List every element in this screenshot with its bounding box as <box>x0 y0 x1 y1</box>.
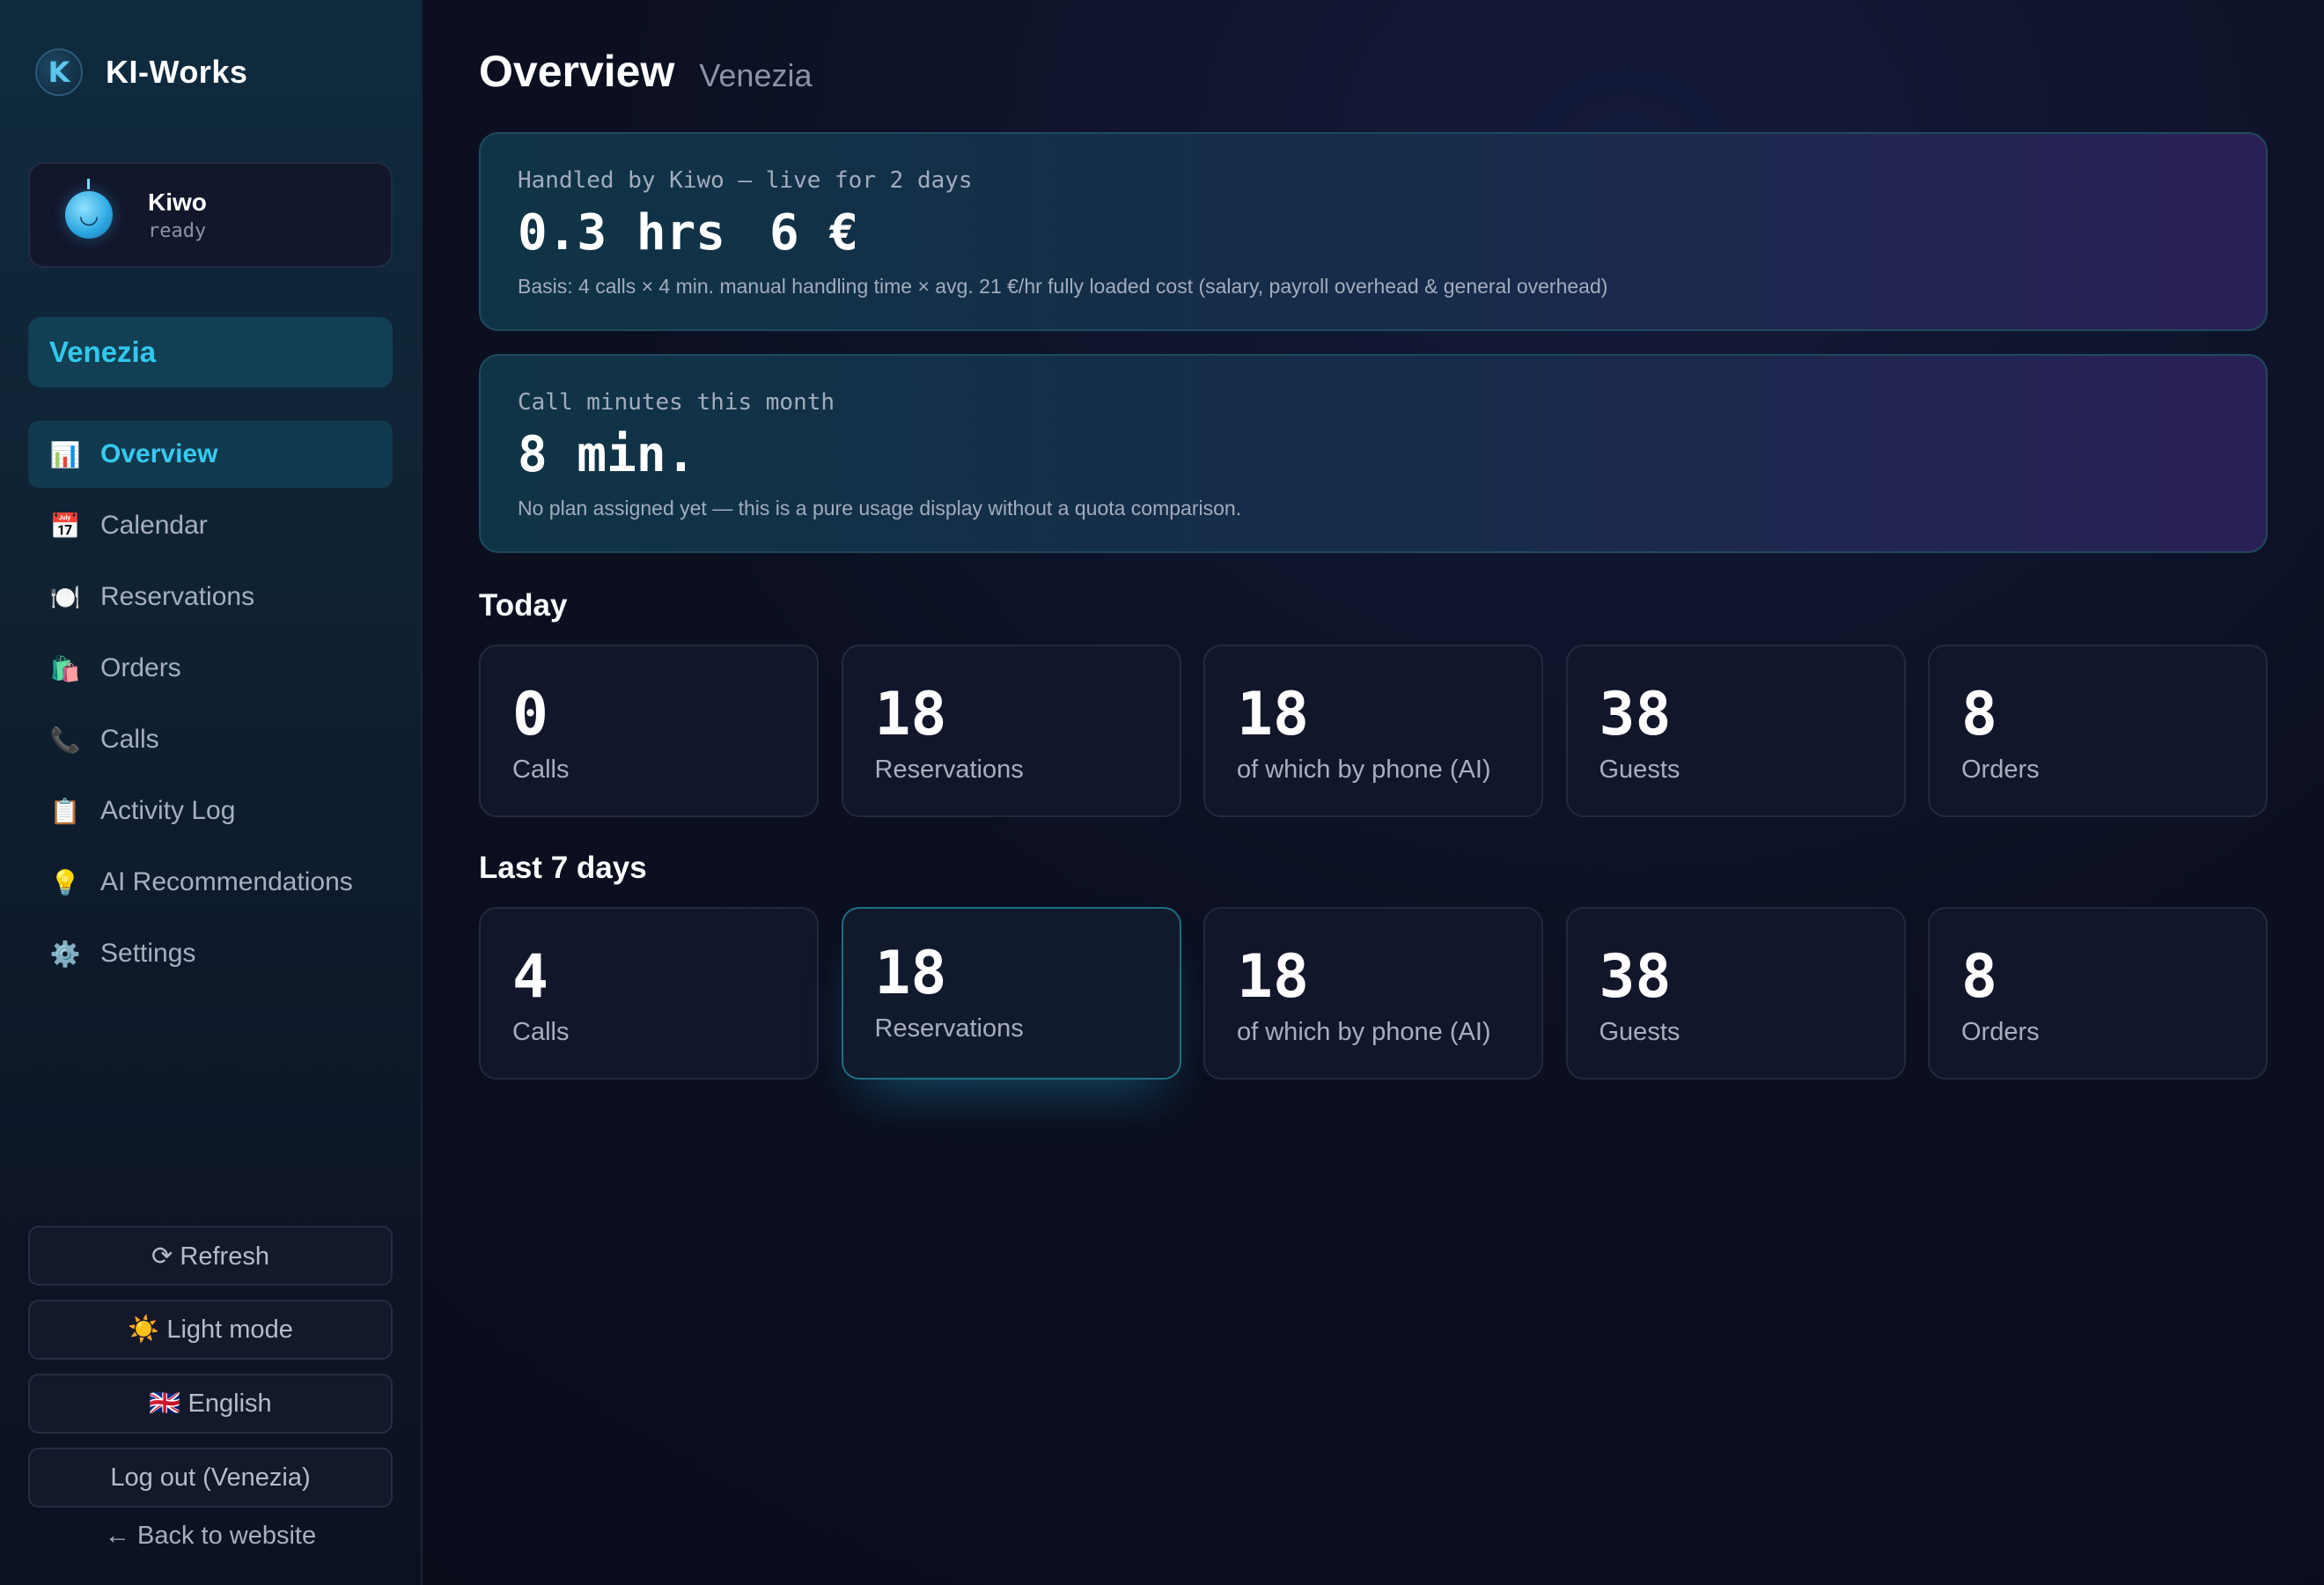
stat-card-phone-ai: 18 of which by phone (AI) <box>1203 645 1543 817</box>
sidebar-item-label: Overview <box>100 439 218 468</box>
sidebar-item-activity-log[interactable]: 📋 Activity Log <box>28 778 393 844</box>
page-title: Overview <box>479 47 675 96</box>
call-minutes-note: No plan assigned yet — this is a pure us… <box>518 497 1242 520</box>
clipboard-icon: 📋 <box>49 797 81 825</box>
call-minutes-card: Call minutes this month 8 min. No plan a… <box>479 354 2268 553</box>
stat-card-reservations[interactable]: 18 Reservations <box>841 907 1181 1080</box>
stat-value: 18 <box>1237 942 1309 1012</box>
call-minutes-value: 8 min. <box>518 426 696 483</box>
sidebar-item-reservations[interactable]: 🍽️ Reservations <box>28 564 393 630</box>
page-subtitle: Venezia <box>699 57 813 93</box>
stat-card-reservations: 18 Reservations <box>841 645 1181 817</box>
assistant-name: Kiwo <box>148 188 207 216</box>
phone-icon: 📞 <box>49 726 81 754</box>
sidebar-item-settings[interactable]: ⚙️ Settings <box>28 920 393 987</box>
stat-card-guests: 38 Guests <box>1565 645 1906 817</box>
bar-chart-icon: 📊 <box>49 440 81 468</box>
stat-value: 18 <box>874 939 947 1008</box>
stat-label: Orders <box>1961 1018 2040 1046</box>
lightbulb-icon: 💡 <box>49 868 81 896</box>
sidebar-item-label: Calls <box>100 725 159 754</box>
sidebar-item-ai-recommendations[interactable]: 💡 AI Recommendations <box>28 849 393 916</box>
call-minutes-label: Call minutes this month <box>518 389 835 416</box>
today-section-title: Today <box>479 588 568 623</box>
light-mode-button[interactable]: ☀️ Light mode <box>28 1300 393 1360</box>
stat-label: Calls <box>512 1018 570 1046</box>
stat-value: 4 <box>512 942 548 1012</box>
venue-selector[interactable]: Venezia <box>28 317 393 387</box>
stat-label: of which by phone (AI) <box>1237 1018 1491 1046</box>
sidebar-item-label: Settings <box>100 939 196 968</box>
savings-note: Basis: 4 calls × 4 min. manual handling … <box>518 275 1608 298</box>
plate-icon: 🍽️ <box>49 583 81 611</box>
stat-label: Reservations <box>874 756 1024 784</box>
language-button[interactable]: 🇬🇧 English <box>28 1374 393 1434</box>
sidebar-nav: 📊 Overview 📅 Calendar 🍽️ Reservations 🛍️… <box>28 421 393 992</box>
logout-button[interactable]: Log out (Venezia) <box>28 1448 393 1508</box>
sidebar-item-overview[interactable]: 📊 Overview <box>28 421 393 488</box>
assistant-status: ready <box>148 219 207 242</box>
stat-value: 38 <box>1599 942 1672 1012</box>
stat-value: 18 <box>1237 680 1309 749</box>
stat-label: Calls <box>512 756 570 784</box>
stat-value: 0 <box>512 680 548 749</box>
sidebar: K KI-Works ◡ Kiwo ready Venezia 📊 Overvi… <box>0 0 423 1585</box>
stat-value: 18 <box>874 680 947 749</box>
robot-avatar-icon: ◡ <box>65 179 113 239</box>
last-7-days-section-title: Last 7 days <box>479 851 647 885</box>
brand-logo-icon: K <box>35 48 83 96</box>
sidebar-item-label: Activity Log <box>100 796 236 825</box>
refresh-button[interactable]: ⟳ Refresh <box>28 1226 393 1286</box>
sidebar-item-orders[interactable]: 🛍️ Orders <box>28 635 393 702</box>
stat-card-phone-ai: 18 of which by phone (AI) <box>1203 907 1543 1080</box>
today-stats: 0 Calls 18 Reservations 18 of which by p… <box>479 645 2268 817</box>
assistant-status-card: ◡ Kiwo ready <box>28 162 393 268</box>
brand[interactable]: K KI-Works <box>35 48 247 97</box>
stat-card-guests: 38 Guests <box>1565 907 1906 1080</box>
sidebar-item-calls[interactable]: 📞 Calls <box>28 706 393 773</box>
gear-icon: ⚙️ <box>49 940 81 968</box>
stat-label: Guests <box>1599 1018 1680 1046</box>
savings-value: 0.3 hrs 6 € <box>518 204 902 262</box>
stat-card-orders: 8 Orders <box>1928 645 2268 817</box>
stat-label: of which by phone (AI) <box>1237 756 1491 784</box>
stat-value: 8 <box>1961 942 1997 1012</box>
stat-card-calls: 4 Calls <box>479 907 819 1080</box>
savings-euros: 6 € <box>769 204 859 262</box>
page-header: Overview Venezia <box>479 46 812 97</box>
last-7-days-stats: 4 Calls 18 Reservations 18 of which by p… <box>479 907 2268 1080</box>
main-content: Overview Venezia Handled by Kiwo — live … <box>479 0 2268 1585</box>
stat-card-orders: 8 Orders <box>1928 907 2268 1080</box>
sidebar-item-label: Orders <box>100 653 181 682</box>
shopping-bag-icon: 🛍️ <box>49 654 81 682</box>
savings-label: Handled by Kiwo — live for 2 days <box>518 167 973 194</box>
stat-card-calls: 0 Calls <box>479 645 819 817</box>
stat-label: Orders <box>1961 756 2040 784</box>
savings-card: Handled by Kiwo — live for 2 days 0.3 hr… <box>479 132 2268 331</box>
sidebar-item-label: Reservations <box>100 582 255 611</box>
stat-label: Reservations <box>874 1014 1024 1043</box>
stat-value: 8 <box>1961 680 1997 749</box>
sidebar-item-label: Calendar <box>100 511 208 540</box>
savings-hours: 0.3 hrs <box>518 204 726 262</box>
brand-name: KI-Works <box>106 54 248 90</box>
back-to-website-link[interactable]: ← Back to website <box>28 1515 393 1557</box>
sidebar-item-calendar[interactable]: 📅 Calendar <box>28 492 393 559</box>
sidebar-item-label: AI Recommendations <box>100 867 353 896</box>
stat-value: 38 <box>1599 680 1672 749</box>
calendar-icon: 📅 <box>49 512 81 540</box>
stat-label: Guests <box>1599 756 1680 784</box>
